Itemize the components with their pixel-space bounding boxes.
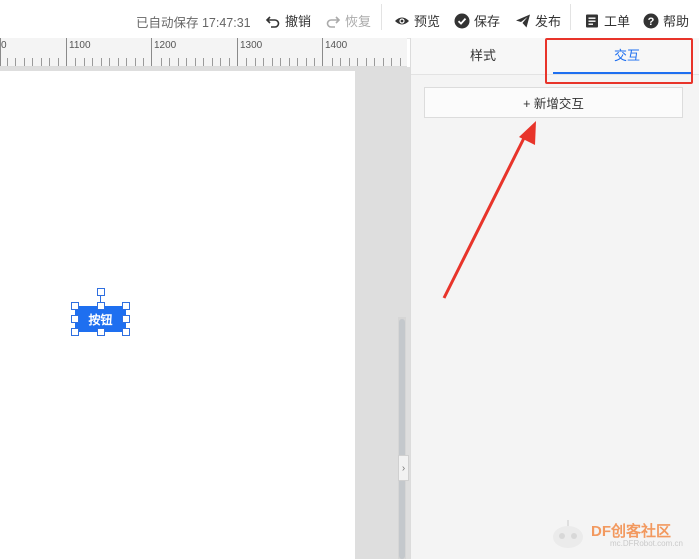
- check-circle-icon: [454, 13, 470, 29]
- undo-button[interactable]: 撤销: [265, 11, 311, 30]
- ruler-label: 0: [1, 40, 7, 51]
- add-interaction-button[interactable]: + 新增交互: [424, 87, 683, 118]
- tab-style[interactable]: 样式: [411, 38, 555, 74]
- help-button[interactable]: ? 帮助: [643, 11, 689, 30]
- redo-icon: [325, 13, 341, 29]
- watermark-sub: mc.DFRobot.com.cn: [610, 539, 683, 548]
- save-button[interactable]: 保存: [454, 11, 500, 30]
- help-icon: ?: [643, 13, 659, 29]
- redo-button[interactable]: 恢复: [325, 11, 371, 30]
- ruler-label: 1400: [325, 40, 348, 51]
- autosave-status: 已自动保存 17:47:31: [136, 16, 251, 30]
- resize-handle-n[interactable]: [97, 302, 105, 310]
- publish-button[interactable]: 发布: [515, 11, 561, 30]
- undo-icon: [265, 13, 281, 29]
- resize-handle-w[interactable]: [71, 315, 79, 323]
- annotation-highlight-box: [545, 38, 693, 84]
- properties-panel: 样式 交互 + 新增交互: [410, 38, 699, 559]
- chevron-right-icon: ›: [401, 462, 406, 474]
- preview-label: 预览: [414, 14, 441, 29]
- robot-logo-icon: [553, 520, 583, 548]
- ruler-label: 1100: [69, 40, 91, 51]
- artboard[interactable]: [0, 71, 355, 559]
- undo-label: 撤销: [285, 14, 312, 29]
- top-toolbar: 已自动保存 17:47:31 撤销 恢复 预览 保存 发布 工单 ? 帮助: [0, 0, 699, 39]
- redo-label: 恢复: [345, 14, 372, 29]
- ruler-label: 1300: [240, 40, 263, 51]
- panel-collapse-handle[interactable]: ›: [398, 455, 409, 481]
- publish-label: 发布: [535, 14, 562, 29]
- resize-handle-s[interactable]: [97, 328, 105, 336]
- resize-handle-e[interactable]: [122, 315, 130, 323]
- resize-handle-se[interactable]: [122, 328, 130, 336]
- save-label: 保存: [474, 14, 501, 29]
- resize-handle-ne[interactable]: [122, 302, 130, 310]
- paper-plane-icon: [515, 13, 531, 29]
- resize-handle-nw[interactable]: [71, 302, 79, 310]
- svg-text:?: ?: [648, 16, 655, 28]
- toolbar-divider: [381, 4, 382, 30]
- selected-button-widget[interactable]: 按钮: [71, 288, 130, 336]
- design-canvas[interactable]: 按钮 ›: [0, 67, 410, 559]
- horizontal-ruler: 0 1100 1200 1300 1400: [0, 38, 407, 67]
- help-label: 帮助: [663, 14, 690, 29]
- eye-icon: [394, 13, 410, 29]
- ticket-button[interactable]: 工单: [584, 11, 630, 30]
- rotate-handle[interactable]: [97, 288, 105, 296]
- canvas-scrollbar-thumb[interactable]: [399, 319, 405, 559]
- ruler-label: 1200: [154, 40, 177, 51]
- ticket-icon: [584, 13, 600, 29]
- watermark-logo: DF创客社区 mc.DFRobot.com.cn: [548, 515, 693, 555]
- resize-handle-sw[interactable]: [71, 328, 79, 336]
- ticket-label: 工单: [604, 14, 631, 29]
- watermark-brand: DF创客社区: [591, 523, 671, 540]
- preview-button[interactable]: 预览: [394, 11, 440, 30]
- toolbar-divider: [570, 4, 571, 30]
